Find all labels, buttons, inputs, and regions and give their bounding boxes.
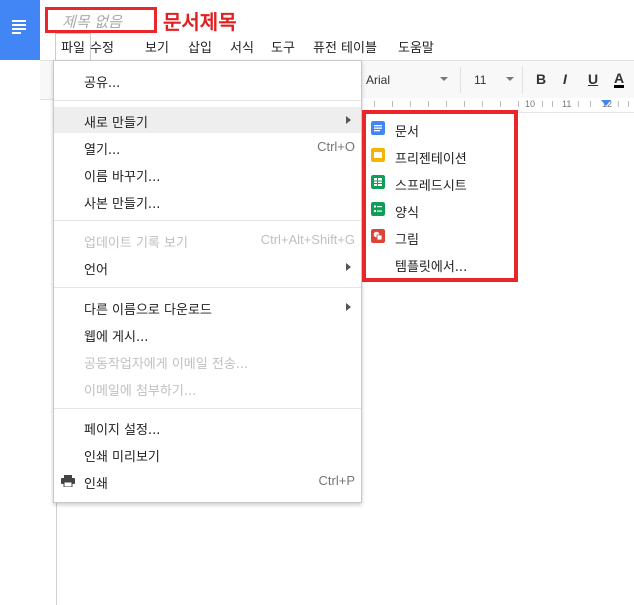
menu-item-share[interactable]: 공유... bbox=[54, 67, 361, 93]
menu-help[interactable]: 도움말 bbox=[398, 37, 434, 56]
menu-item-label: 새로 만들기 bbox=[84, 116, 148, 131]
submenu-item-label: 그림 bbox=[395, 233, 419, 248]
document-icon bbox=[8, 10, 32, 40]
menu-item-rename[interactable]: 이름 바꾸기... bbox=[54, 161, 361, 187]
submenu-item-form[interactable]: 양식 bbox=[366, 197, 514, 223]
printer-icon bbox=[61, 475, 75, 487]
menu-item-label: 이메일에 첨부하기... bbox=[84, 384, 197, 399]
menu-fusion-table[interactable]: 퓨전 테이블 bbox=[313, 37, 377, 56]
italic-button[interactable]: I bbox=[563, 71, 567, 87]
menu-item-label: 인쇄 bbox=[84, 477, 108, 492]
shortcut-label: Ctrl+P bbox=[318, 473, 355, 488]
menu-item-label: 공동작업자에게 이메일 전송... bbox=[84, 357, 249, 372]
menu-item-label: 다른 이름으로 다운로드 bbox=[84, 303, 212, 318]
ruler-label: 10 bbox=[525, 99, 536, 109]
menu-item-publish[interactable]: 웹에 게시... bbox=[54, 321, 361, 347]
menu-item-print[interactable]: 인쇄 Ctrl+P bbox=[54, 468, 361, 494]
menu-item-make-copy[interactable]: 사본 만들기... bbox=[54, 188, 361, 214]
font-size-select[interactable]: 11 bbox=[474, 73, 486, 87]
submenu-item-document[interactable]: 문서 bbox=[366, 116, 514, 142]
menu-item-print-preview[interactable]: 인쇄 미리보기 bbox=[54, 441, 361, 467]
menu-edit[interactable]: 수정 bbox=[90, 37, 114, 56]
chevron-down-icon bbox=[506, 77, 514, 81]
menu-file[interactable]: 파일 bbox=[55, 33, 91, 62]
submenu-item-spreadsheet[interactable]: 스프레드시트 bbox=[366, 170, 514, 196]
presentation-icon bbox=[371, 148, 385, 162]
file-menu: 공유... 새로 만들기 열기... Ctrl+O 이름 바꾸기... 사본 만… bbox=[53, 60, 362, 503]
text-color-button[interactable]: A bbox=[614, 71, 625, 88]
menu-item-label: 페이지 설정... bbox=[84, 423, 161, 438]
menu-item-label: 업데이트 기록 보기 bbox=[84, 236, 188, 251]
new-submenu: 문서 프리젠테이션 스프레드시트 양식 그림 템플릿에서... bbox=[362, 110, 518, 282]
right-indent-marker[interactable] bbox=[601, 100, 611, 106]
spreadsheet-icon bbox=[371, 175, 385, 189]
menu-format[interactable]: 서식 bbox=[230, 37, 254, 56]
menu-item-label: 사본 만들기... bbox=[84, 197, 161, 212]
menu-insert[interactable]: 삽입 bbox=[188, 37, 212, 56]
menu-item-page-setup[interactable]: 페이지 설정... bbox=[54, 414, 361, 440]
bold-button[interactable]: B bbox=[536, 71, 546, 87]
chevron-right-icon bbox=[346, 263, 351, 271]
submenu-item-label: 문서 bbox=[395, 125, 419, 140]
shortcut-label: Ctrl+Alt+Shift+G bbox=[260, 232, 355, 247]
menu-view[interactable]: 보기 bbox=[145, 37, 169, 56]
submenu-item-label: 스프레드시트 bbox=[395, 179, 467, 194]
title-annotation: 문서제목 bbox=[163, 10, 237, 34]
menu-tools[interactable]: 도구 bbox=[271, 37, 295, 56]
chevron-right-icon bbox=[346, 116, 351, 124]
drawing-icon bbox=[371, 229, 385, 243]
submenu-item-label: 양식 bbox=[395, 206, 419, 221]
document-title-input[interactable]: 제목 없음 bbox=[45, 7, 157, 33]
docs-home-icon[interactable] bbox=[0, 0, 40, 60]
chevron-down-icon bbox=[440, 77, 448, 81]
menu-item-label: 열기... bbox=[84, 143, 121, 158]
menu-item-label: 웹에 게시... bbox=[84, 330, 149, 345]
font-family-select[interactable]: Arial bbox=[366, 73, 390, 87]
submenu-item-presentation[interactable]: 프리젠테이션 bbox=[366, 143, 514, 169]
submenu-item-drawing[interactable]: 그림 bbox=[366, 224, 514, 250]
menu-item-open[interactable]: 열기... Ctrl+O bbox=[54, 134, 361, 160]
menu-item-label: 인쇄 미리보기 bbox=[84, 450, 160, 465]
menu-item-label: 공유... bbox=[84, 76, 121, 91]
menu-item-new[interactable]: 새로 만들기 bbox=[54, 107, 361, 133]
underline-button[interactable]: U bbox=[588, 71, 598, 87]
submenu-item-label: 템플릿에서... bbox=[395, 260, 468, 275]
menu-item-label: 언어 bbox=[84, 263, 108, 278]
menu-item-download-as[interactable]: 다른 이름으로 다운로드 bbox=[54, 294, 361, 320]
menu-item-revision-history[interactable]: 업데이트 기록 보기 Ctrl+Alt+Shift+G bbox=[54, 227, 361, 253]
shortcut-label: Ctrl+O bbox=[317, 139, 355, 154]
form-icon bbox=[371, 202, 385, 216]
menu-item-email-collaborators[interactable]: 공동작업자에게 이메일 전송... bbox=[54, 348, 361, 374]
chevron-right-icon bbox=[346, 303, 351, 311]
submenu-item-from-template[interactable]: 템플릿에서... bbox=[366, 251, 514, 277]
ruler-label: 11 bbox=[562, 99, 572, 109]
submenu-item-label: 프리젠테이션 bbox=[395, 152, 467, 167]
menu-item-label: 이름 바꾸기... bbox=[84, 170, 161, 185]
document-icon bbox=[371, 121, 385, 135]
menu-item-language[interactable]: 언어 bbox=[54, 254, 361, 280]
menu-item-email-attachment[interactable]: 이메일에 첨부하기... bbox=[54, 375, 361, 401]
